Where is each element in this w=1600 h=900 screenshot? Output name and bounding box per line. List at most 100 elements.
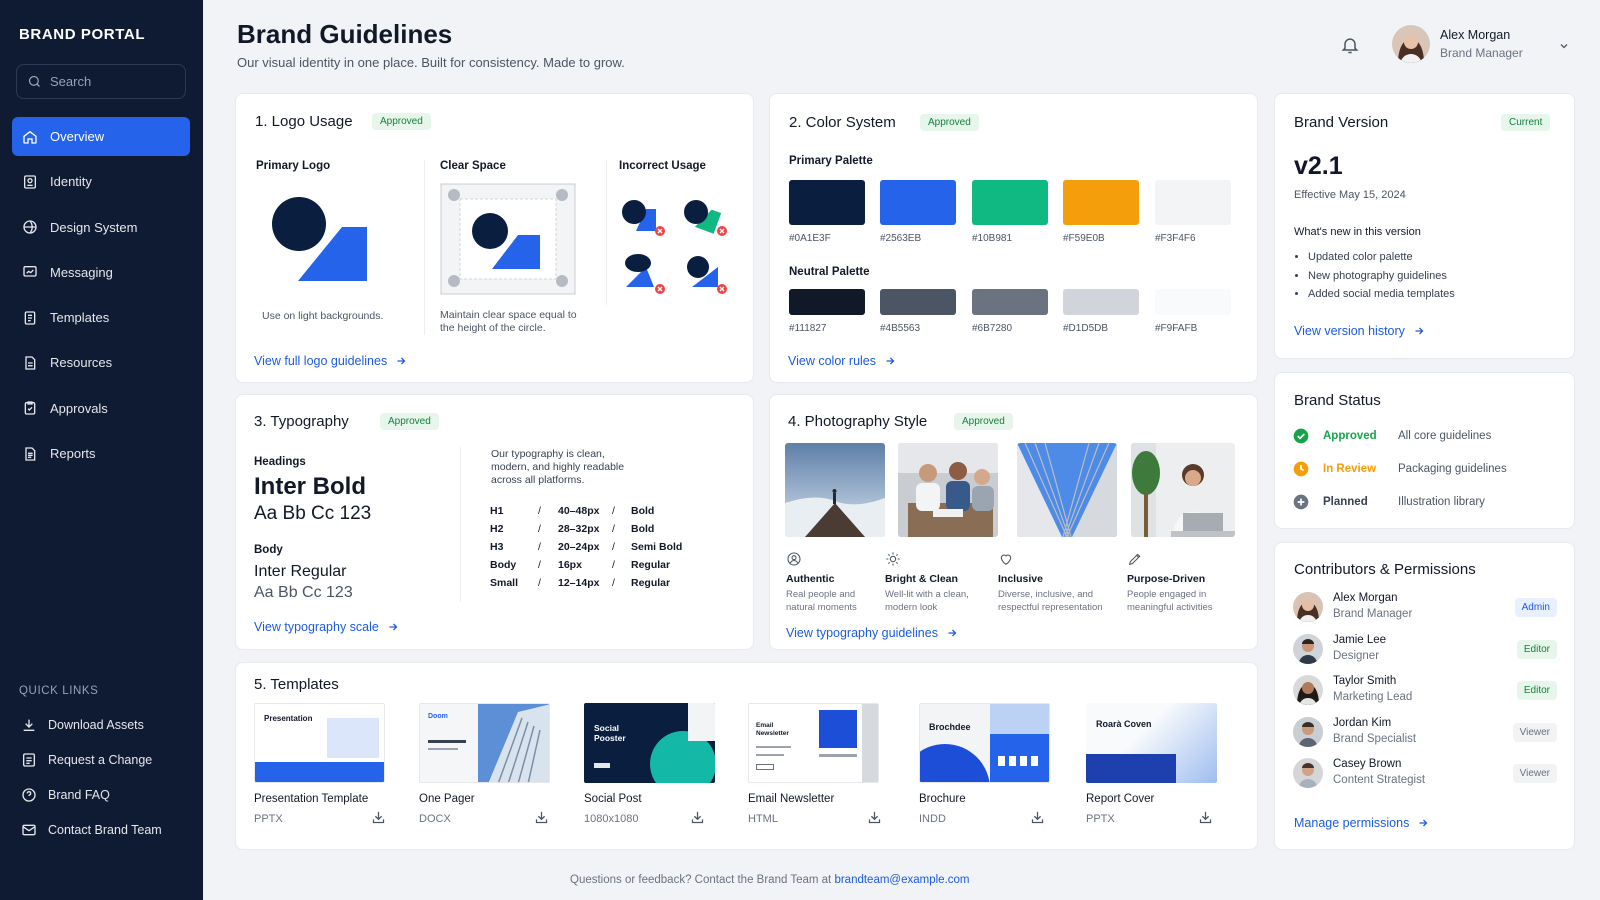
- color-swatch: [972, 180, 1048, 225]
- download-icon: [23, 719, 35, 731]
- scale-size: 20–24px: [558, 541, 600, 553]
- sidebar-item-overview[interactable]: Overview: [12, 117, 190, 156]
- thumb-graphic: [594, 763, 610, 768]
- thumb-title: Doom: [428, 713, 448, 720]
- status-name: In Review: [1323, 463, 1377, 475]
- sidebar-item-design-system[interactable]: Design System: [12, 208, 190, 247]
- approvals-icon: [24, 401, 36, 415]
- status-desc: Illustration library: [1398, 496, 1485, 508]
- sidebar: BRAND PORTAL Overview Identity Design Sy…: [0, 0, 203, 900]
- download-icon[interactable]: [371, 810, 386, 825]
- sidebar-item-messaging[interactable]: Messaging: [12, 253, 190, 292]
- sidebar-item-identity[interactable]: Identity: [12, 162, 190, 201]
- status-badge: Approved: [372, 113, 431, 130]
- home-icon: [23, 130, 37, 144]
- thumb-graphic: [990, 704, 1049, 734]
- avatar: [1293, 675, 1323, 705]
- sidebar-item-reports[interactable]: Reports: [12, 434, 190, 473]
- template-thumb[interactable]: Presentation: [254, 703, 385, 783]
- chevron-down-icon[interactable]: [1558, 40, 1570, 52]
- sidebar-nav: Overview Identity Design System Messagin…: [12, 117, 190, 479]
- template-thumb[interactable]: Brochdee: [919, 703, 1050, 783]
- sidebar-item-label: Approvals: [50, 400, 108, 416]
- separator: /: [538, 577, 541, 589]
- typography-title: 3. Typography: [254, 413, 349, 430]
- template-type: HTML: [748, 813, 778, 825]
- sidebar-item-label: Messaging: [50, 264, 113, 280]
- contributor-name: Alex Morgan: [1333, 592, 1398, 604]
- download-icon[interactable]: [1030, 810, 1045, 825]
- sidebar-item-label: Resources: [50, 355, 113, 371]
- thumb-graphic: [862, 704, 878, 782]
- typography-scale-link[interactable]: View typography scale: [254, 620, 399, 634]
- contributor-row: Casey Brown Content Strategist Viewer: [1293, 757, 1557, 791]
- photography-guidelines-link[interactable]: View typography guidelines: [786, 626, 958, 640]
- color-hex: #4B5563: [880, 323, 921, 334]
- thumb-graphic: [1086, 754, 1176, 783]
- version-number: v2.1: [1294, 152, 1343, 180]
- download-icon[interactable]: [690, 810, 705, 825]
- heading-sample: Aa Bb Cc 123: [254, 503, 372, 524]
- template-name: One Pager: [419, 793, 475, 805]
- thumb-title: Brochdee: [929, 722, 971, 732]
- brand-name: BRAND PORTAL: [19, 26, 146, 43]
- template-thumb[interactable]: Roarà Coven: [1086, 703, 1217, 783]
- status-badge: Approved: [920, 114, 979, 131]
- contributor-role: Marketing Lead: [1333, 691, 1413, 703]
- search-icon: [28, 75, 40, 87]
- photo-architecture: [1017, 443, 1117, 537]
- separator: /: [612, 523, 615, 535]
- scale-level: Small: [490, 577, 519, 589]
- manage-permissions-link[interactable]: Manage permissions: [1294, 816, 1429, 830]
- quick-link-contact-team[interactable]: Contact Brand Team: [21, 812, 191, 847]
- template-thumb[interactable]: Email Newsletter: [748, 703, 879, 783]
- quick-link-download-assets[interactable]: Download Assets: [21, 707, 191, 742]
- version-history-link[interactable]: View version history: [1294, 324, 1425, 338]
- arrow-right-icon: [389, 623, 398, 631]
- color-hex: #0A1E3F: [789, 233, 831, 244]
- help-icon: [22, 787, 36, 802]
- sidebar-item-label: Reports: [50, 446, 96, 462]
- search-input[interactable]: [50, 74, 170, 89]
- sidebar-item-templates[interactable]: Templates: [12, 298, 190, 337]
- thumb-graphic: [819, 754, 857, 757]
- scale-weight: Regular: [631, 577, 671, 589]
- separator: /: [538, 541, 541, 553]
- logo-guidelines-link[interactable]: View full logo guidelines: [254, 354, 407, 368]
- template-thumb[interactable]: Doom: [419, 703, 550, 783]
- quick-link-brand-faq[interactable]: Brand FAQ: [21, 777, 191, 812]
- trait-desc: Diverse, inclusive, and respectful repre…: [998, 589, 1103, 613]
- trait-title: Purpose-Driven: [1127, 573, 1206, 585]
- footer-email-link[interactable]: brandteam@example.com: [834, 874, 969, 886]
- template-name: Report Cover: [1086, 793, 1155, 805]
- thumb-title: Roarà Coven: [1096, 719, 1152, 729]
- user-menu[interactable]: Alex Morgan Brand Manager: [1392, 25, 1523, 63]
- pen-icon: [1128, 553, 1141, 566]
- permission-badge[interactable]: Viewer: [1512, 723, 1557, 742]
- sidebar-item-approvals[interactable]: Approvals: [12, 389, 190, 428]
- separator: /: [612, 559, 615, 571]
- bell-icon[interactable]: [1340, 35, 1360, 55]
- permission-badge[interactable]: Admin: [1514, 598, 1557, 617]
- separator: /: [538, 523, 541, 535]
- thumb-graphic: [255, 762, 384, 782]
- scale-weight: Semi Bold: [631, 541, 683, 553]
- permission-badge[interactable]: Editor: [1516, 681, 1557, 700]
- avatar: [1392, 25, 1430, 63]
- plus-circle-icon: [1293, 494, 1309, 510]
- brand-version-title: Brand Version: [1294, 114, 1389, 131]
- permission-badge[interactable]: Viewer: [1512, 764, 1557, 783]
- sidebar-item-resources[interactable]: Resources: [12, 343, 190, 382]
- search-box[interactable]: [16, 64, 186, 99]
- permission-badge[interactable]: Editor: [1516, 640, 1557, 659]
- logo-usage-title: 1. Logo Usage: [255, 113, 353, 130]
- download-icon[interactable]: [867, 810, 882, 825]
- quick-link-request-change[interactable]: Request a Change: [21, 742, 191, 777]
- link-label: View typography scale: [254, 620, 379, 634]
- download-icon[interactable]: [534, 810, 549, 825]
- download-icon[interactable]: [1198, 810, 1213, 825]
- template-thumb[interactable]: Social Pooster: [584, 703, 715, 783]
- scale-level: H3: [490, 541, 504, 553]
- color-rules-link[interactable]: View color rules: [788, 354, 896, 368]
- thumb-graphic: [428, 748, 458, 750]
